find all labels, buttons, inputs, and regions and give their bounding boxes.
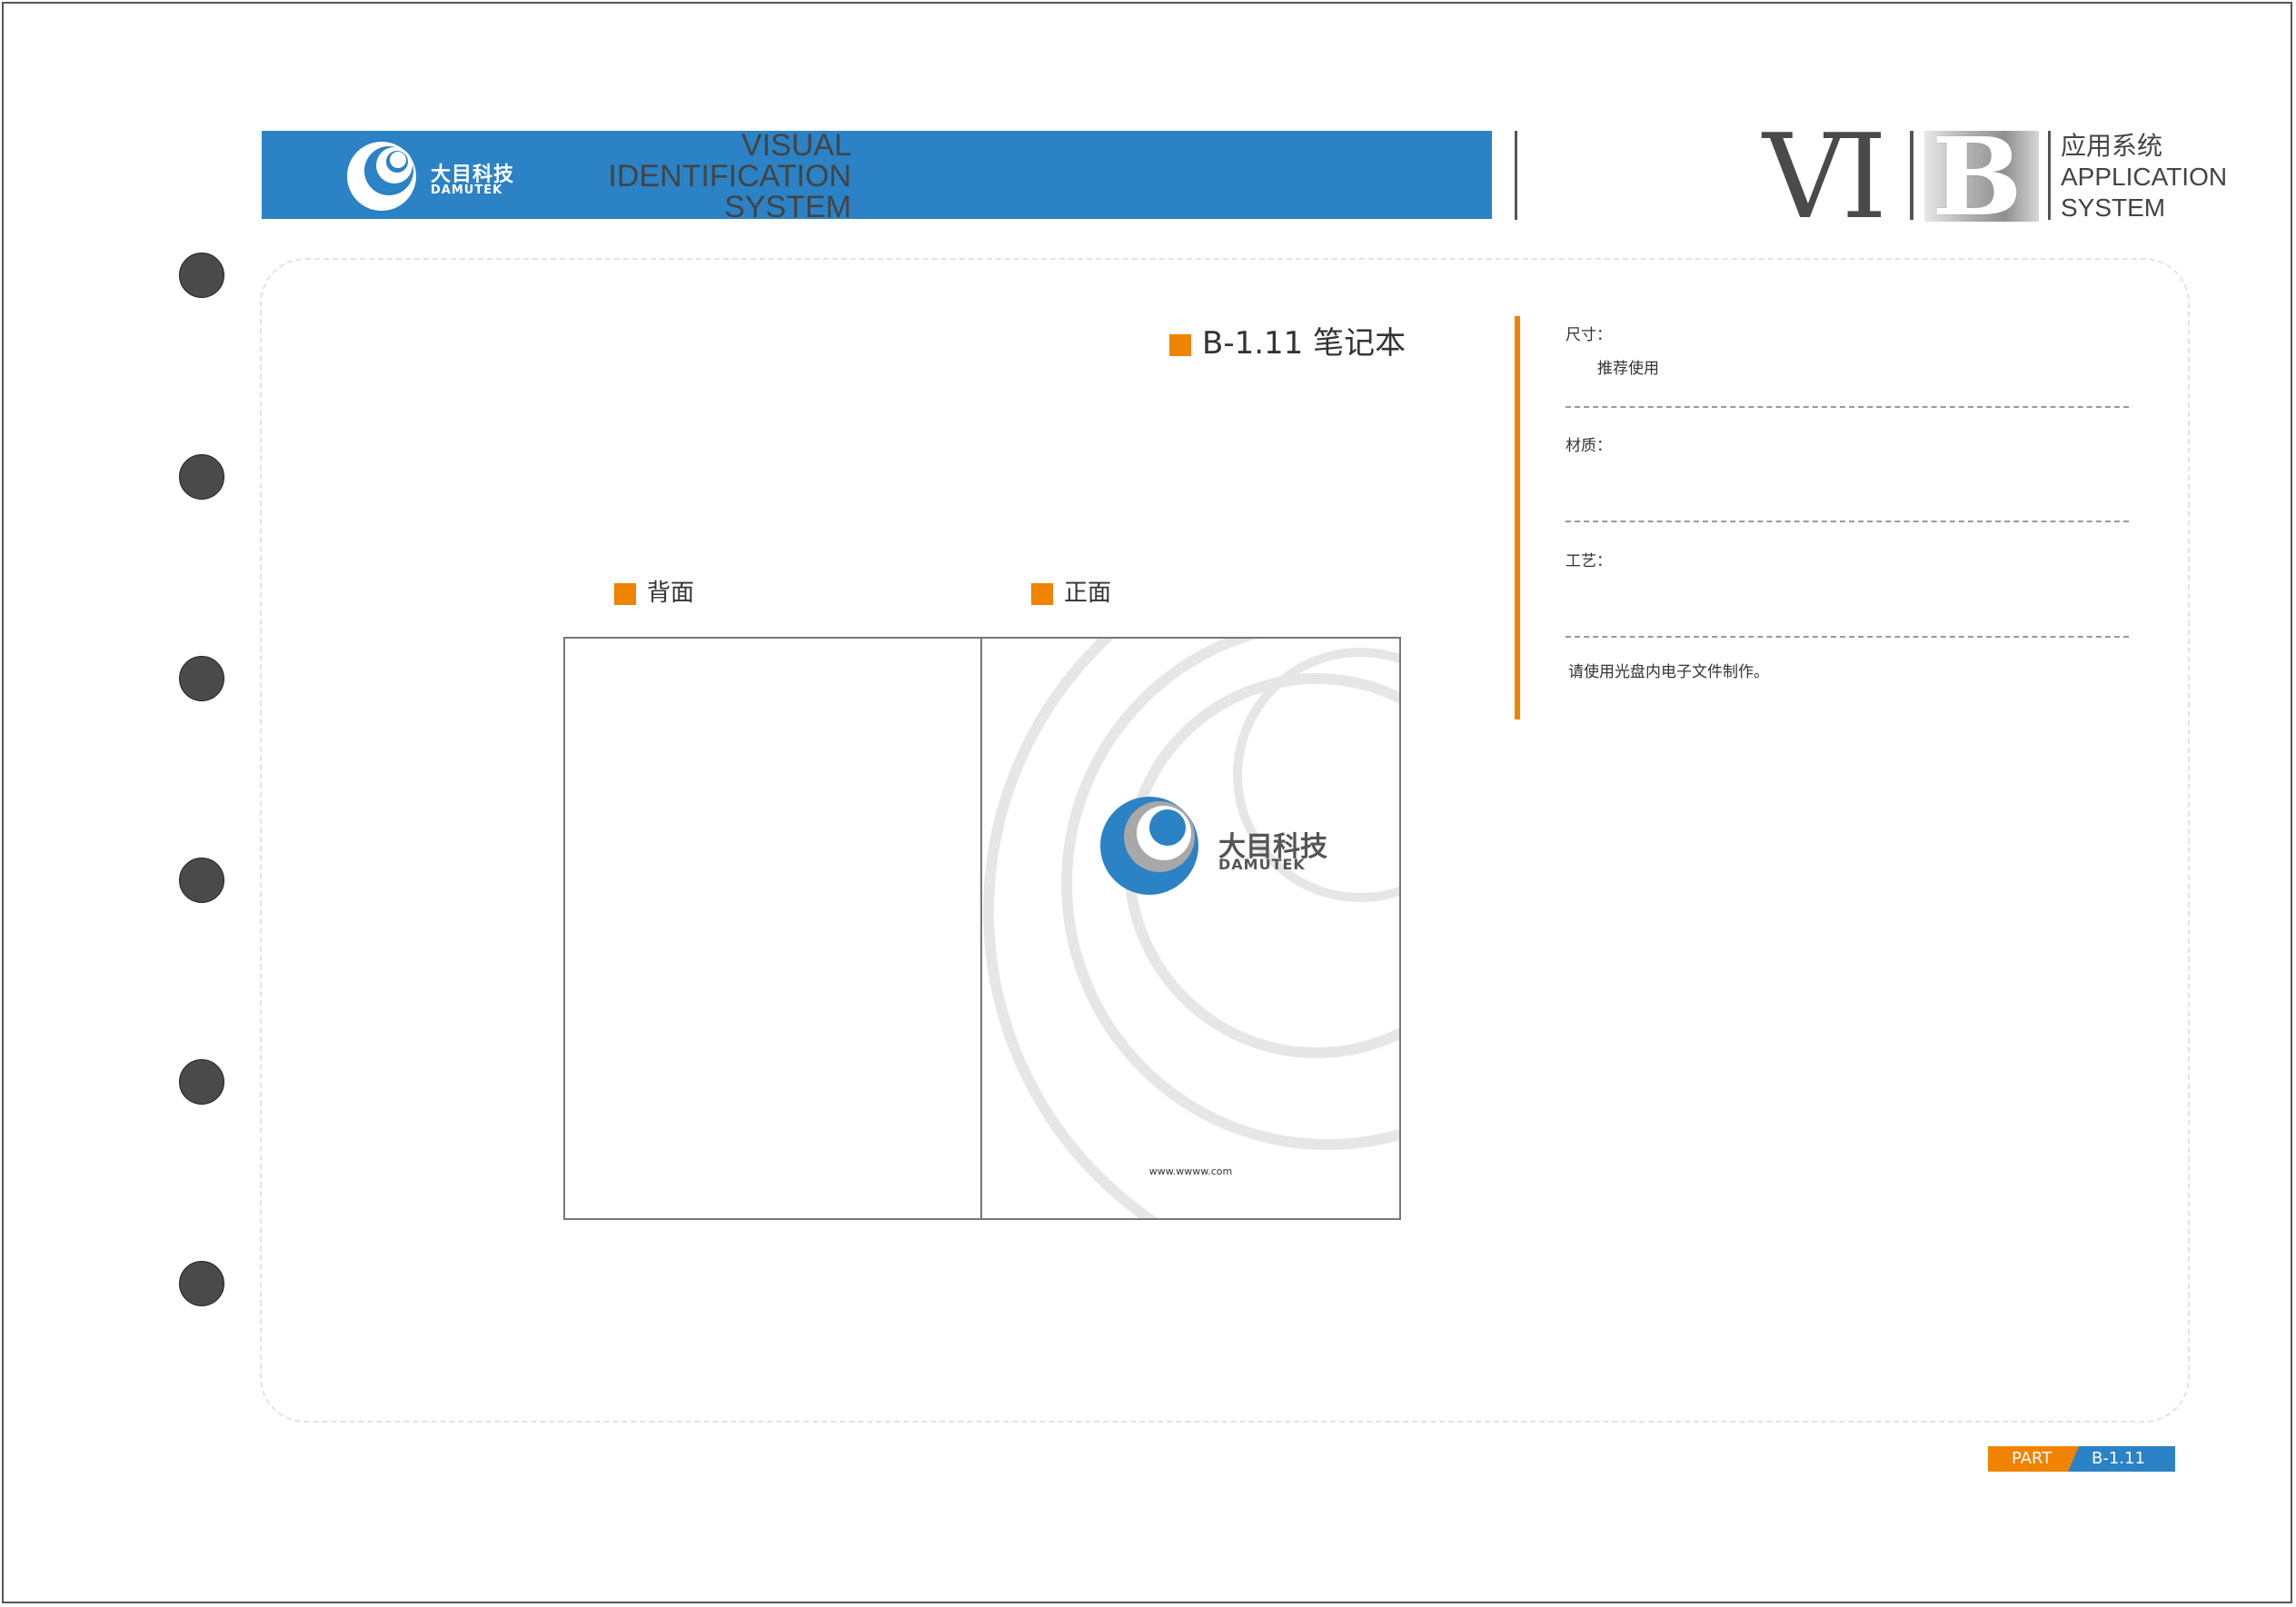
spec-divider	[1565, 406, 2129, 408]
app-line-3: SYSTEM	[2061, 193, 2166, 222]
vi-monogram: VI	[1763, 110, 1887, 245]
visual-line-3: SYSTEM	[724, 190, 851, 224]
visual-identification-title: VISUAL IDENTIFICATION SYSTEM	[608, 130, 851, 223]
app-divider	[2048, 131, 2051, 220]
part-code: B-1.11	[2068, 1446, 2175, 1472]
app-line-1: 应用系统	[2061, 132, 2163, 160]
spec-size-label: 尺寸：	[1565, 326, 1612, 344]
binder-hole	[179, 253, 224, 298]
front-website-url: www.wwww.com	[1148, 1166, 1233, 1177]
spec-size-value: 推荐使用	[1597, 360, 1659, 378]
orange-square-icon	[1169, 333, 1191, 356]
visual-line-2: IDENTIFICATION	[608, 159, 851, 193]
decorative-rings	[983, 639, 1399, 1218]
part-label: PART	[1988, 1446, 2079, 1472]
notebook-front-panel: 大目科技 DAMUTEK www.wwww.com	[980, 637, 1401, 1220]
notebook-back-panel	[563, 637, 982, 1220]
application-system-title: 应用系统 APPLICATION SYSTEM	[2061, 131, 2227, 223]
spec-divider	[1565, 521, 2129, 522]
front-brand-english: DAMUTEK	[1218, 856, 1306, 873]
binder-hole	[179, 454, 224, 500]
orange-square-icon	[614, 582, 636, 605]
binder-hole	[179, 656, 224, 701]
binder-hole	[179, 858, 224, 903]
spec-accent-bar	[1515, 316, 1520, 719]
binder-hole	[179, 1261, 224, 1306]
b-section-letter: B	[1932, 114, 2023, 240]
front-label-text: 正面	[1064, 580, 1112, 607]
visual-line-1: VISUAL	[741, 128, 851, 163]
section-title: B-1.11 笔记本	[1169, 318, 1406, 362]
header-bar: 大目科技 DAMUTEK	[262, 131, 1492, 219]
app-line-2: APPLICATION	[2061, 163, 2228, 191]
section-title-text: B-1.11 笔记本	[1202, 325, 1406, 362]
back-label-text: 背面	[647, 580, 695, 607]
spec-divider	[1565, 636, 2129, 638]
spec-note: 请使用光盘内电子文件制作。	[1568, 663, 1769, 681]
binder-hole	[179, 1059, 224, 1105]
front-label: 正面	[1031, 574, 1111, 608]
brand-logo-icon	[347, 142, 416, 211]
orange-square-icon	[1031, 582, 1053, 605]
back-label: 背面	[614, 574, 694, 608]
vi-divider	[1910, 131, 1913, 220]
header-brand-english: DAMUTEK	[431, 184, 503, 197]
header-divider	[1515, 131, 1517, 220]
spec-process-label: 工艺：	[1565, 552, 1612, 570]
spec-material-label: 材质：	[1565, 437, 1612, 455]
part-tag: B-1.11 PART	[1988, 1446, 2175, 1472]
front-logo-icon	[1100, 797, 1198, 895]
